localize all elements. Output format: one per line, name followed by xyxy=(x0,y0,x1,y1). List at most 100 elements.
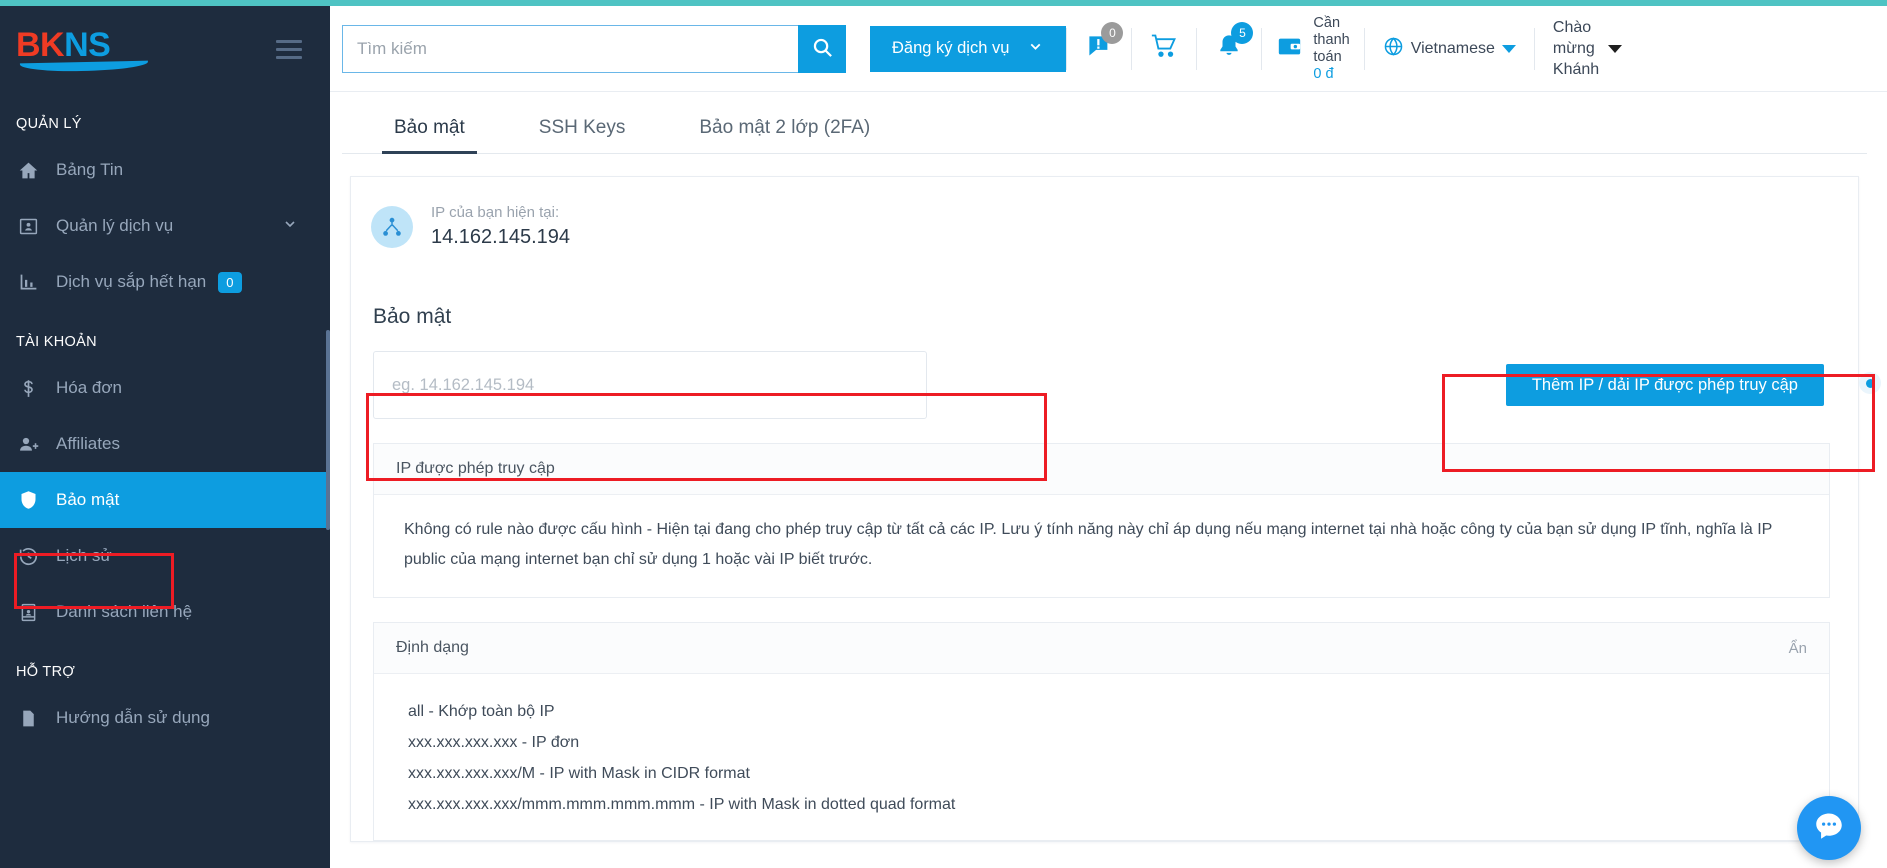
main-area: Đăng ký dịch vụ 0 xyxy=(330,0,1887,868)
logo-text-bk: BK xyxy=(16,26,65,64)
user-menu[interactable]: Chào mừng Khánh xyxy=(1535,17,1636,80)
top-header: Đăng ký dịch vụ 0 xyxy=(330,6,1887,92)
sidebar: BKNS QUẢN LÝ Bảng Tin Quản lý dịch vụ Dị… xyxy=(0,0,330,868)
chevron-down-icon xyxy=(1027,38,1044,60)
messages-badge: 0 xyxy=(1101,21,1124,44)
sidebar-item-bang-tin[interactable]: Bảng Tin xyxy=(0,142,330,198)
chevron-down-icon xyxy=(1501,44,1516,53)
allowed-ip-card-body: Không có rule nào được cấu hình - Hiện t… xyxy=(404,521,1773,568)
format-card-body: all - Khớp toàn bộ IP xxx.xxx.xxx.xxx - … xyxy=(374,674,1829,840)
register-service-label: Đăng ký dịch vụ xyxy=(892,39,1010,57)
search-button[interactable] xyxy=(798,24,846,73)
hamburger-icon[interactable] xyxy=(276,39,302,59)
search-icon xyxy=(811,36,834,62)
bar-chart-icon xyxy=(18,272,56,293)
dollar-icon xyxy=(18,378,56,399)
page-marker-dot xyxy=(1859,372,1881,394)
sidebar-badge-expiring: 0 xyxy=(218,271,242,293)
add-ip-button[interactable]: Thêm IP / dải IP được phép truy cập xyxy=(1505,364,1824,406)
format-card-header: Định dạng Ẩn xyxy=(374,623,1829,674)
search-group xyxy=(342,24,846,73)
format-card-title: Định dạng xyxy=(396,639,469,656)
sidebar-label-bao-mat: Bảo mật xyxy=(56,490,120,509)
sidebar-item-danh-sach-lien-he[interactable]: Danh sách liên hệ xyxy=(0,584,330,640)
messages-button[interactable]: 0 xyxy=(1067,14,1131,84)
globe-icon xyxy=(1383,36,1404,62)
sidebar-item-hoa-don[interactable]: Hóa đơn xyxy=(0,360,330,416)
wallet-label-line2: thanh xyxy=(1313,31,1350,48)
register-service-button[interactable]: Đăng ký dịch vụ xyxy=(870,25,1067,72)
sitemap-icon xyxy=(371,206,413,248)
tab-bao-mat[interactable]: Bảo mật xyxy=(382,117,477,154)
current-ip-texts: IP của bạn hiện tại: 14.162.145.194 xyxy=(431,203,570,251)
format-card: Định dạng Ẩn all - Khớp toàn bộ IP xxx.x… xyxy=(373,622,1830,841)
chevron-down-icon xyxy=(1608,44,1623,53)
current-ip-label: IP của bạn hiện tại: xyxy=(431,204,560,221)
logo-text-ns: NS xyxy=(64,26,111,64)
logo-swoosh xyxy=(19,60,149,73)
sidebar-heading-hotro: HỖ TRỢ xyxy=(16,664,76,680)
ip-input-cell xyxy=(363,351,927,419)
cart-button[interactable] xyxy=(1132,14,1196,84)
sidebar-item-dich-vu-sap-het-han[interactable]: Dịch vụ sắp hết hạn 0 xyxy=(0,254,330,310)
sidebar-label-bang-tin: Bảng Tin xyxy=(56,160,124,179)
allowed-ip-card-header: IP được phép truy cập xyxy=(374,444,1829,495)
format-line-dotted-quad: xxx.xxx.xxx.xxx/mmm.mmm.mmm.mmm - IP wit… xyxy=(408,796,956,813)
search-input[interactable] xyxy=(342,24,798,73)
sidebar-label-quan-ly-dich-vu: Quản lý dịch vụ xyxy=(56,216,174,235)
content-area: IP của bạn hiện tại: 14.162.145.194 Bảo … xyxy=(330,154,1887,842)
chevron-down-icon[interactable] xyxy=(282,216,298,237)
add-ip-button-cell: Thêm IP / dải IP được phép truy cập xyxy=(1505,351,1858,419)
wallet-button[interactable]: Cần thanh toán 0 đ xyxy=(1262,15,1363,83)
section-title-bao-mat: Bảo mật xyxy=(373,305,452,328)
security-panel: IP của bạn hiện tại: 14.162.145.194 Bảo … xyxy=(350,176,1859,842)
wallet-label-line3: toán xyxy=(1313,48,1342,65)
wallet-amount: 0 đ xyxy=(1313,65,1334,82)
home-icon xyxy=(18,160,56,181)
language-selector[interactable]: Vietnamese xyxy=(1365,36,1534,62)
sidebar-label-hoa-don: Hóa đơn xyxy=(56,378,122,397)
sidebar-item-quan-ly-dich-vu[interactable]: Quản lý dịch vụ xyxy=(0,198,330,254)
service-card-icon xyxy=(18,216,56,237)
document-icon xyxy=(18,708,56,729)
sidebar-label-danh-sach-lien-he: Danh sách liên hệ xyxy=(56,602,193,621)
sidebar-heading-quanly: QUẢN LÝ xyxy=(16,116,82,132)
allowed-ip-card-title: IP được phép truy cập xyxy=(396,460,555,477)
chat-dots-icon xyxy=(1812,809,1846,848)
shield-icon xyxy=(18,489,56,511)
format-line-cidr: xxx.xxx.xxx.xxx/M - IP with Mask in CIDR… xyxy=(408,765,750,782)
tab-bar: Bảo mật SSH Keys Bảo mật 2 lớp (2FA) xyxy=(342,92,1867,154)
user-greeting-line1: Chào xyxy=(1552,19,1592,36)
sidebar-item-affiliates[interactable]: Affiliates xyxy=(0,416,330,472)
format-card-hide-link[interactable]: Ẩn xyxy=(1789,640,1807,657)
cart-icon xyxy=(1150,32,1178,65)
wallet-icon xyxy=(1276,33,1303,65)
user-greeting-line2: mừng xyxy=(1552,40,1595,57)
tab-2fa[interactable]: Bảo mật 2 lớp (2FA) xyxy=(687,117,882,153)
sidebar-item-huong-dan-su-dung[interactable]: Hướng dẫn sử dụng xyxy=(0,690,330,746)
current-ip-value: 14.162.145.194 xyxy=(431,226,571,248)
allowed-ip-card: IP được phép truy cập Không có rule nào … xyxy=(373,443,1830,598)
user-greeting: Chào mừng Khánh xyxy=(1553,17,1599,80)
contact-card-icon xyxy=(18,602,56,623)
ip-input[interactable] xyxy=(373,351,927,419)
add-ip-form: Thêm IP / dải IP được phép truy cập xyxy=(351,351,1858,419)
current-ip-row: IP của bạn hiện tại: 14.162.145.194 xyxy=(351,177,1858,271)
sidebar-item-bao-mat[interactable]: Bảo mật xyxy=(0,472,330,528)
tab-ssh-keys[interactable]: SSH Keys xyxy=(527,117,638,153)
bkns-logo[interactable]: BKNS xyxy=(16,26,156,73)
wallet-label-line1: Cần xyxy=(1313,14,1341,31)
sidebar-label-affiliates: Affiliates xyxy=(56,434,120,453)
history-clock-icon xyxy=(18,546,56,567)
sidebar-item-lich-su[interactable]: Lịch sử xyxy=(0,528,330,584)
sidebar-label-dich-vu-sap-het-han: Dịch vụ sắp hết hạn xyxy=(56,272,207,291)
sidebar-label-lich-su: Lịch sử xyxy=(56,546,112,565)
notifications-button[interactable]: 5 xyxy=(1197,14,1261,84)
wallet-text-block: Cần thanh toán 0 đ xyxy=(1313,15,1349,83)
chat-widget-button[interactable] xyxy=(1797,796,1861,860)
notifications-badge: 5 xyxy=(1231,21,1254,44)
sidebar-brand-row: BKNS xyxy=(0,6,330,92)
language-label: Vietnamese xyxy=(1410,39,1495,57)
top-accent-bar xyxy=(0,0,1887,6)
sidebar-label-huong-dan-su-dung: Hướng dẫn sử dụng xyxy=(56,708,210,727)
